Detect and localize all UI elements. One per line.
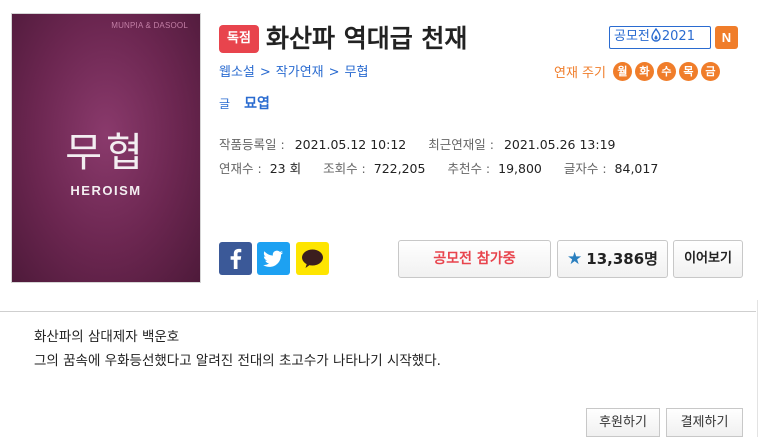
payment-button[interactable]: 결제하기 <box>666 408 743 437</box>
new-badge: N <box>715 26 738 49</box>
views-label: 조회수 : <box>323 161 366 176</box>
exclusive-badge: 독점 <box>219 25 259 53</box>
cover-genre-en: HEROISM <box>70 183 142 198</box>
twitter-icon <box>263 250 283 267</box>
serial-schedule: 연재 주기 월 화 수 목 금 <box>554 62 720 81</box>
latest-label: 최근연재일 : <box>428 137 494 152</box>
continue-reading-button[interactable]: 이어보기 <box>673 240 743 278</box>
kakaotalk-share-button[interactable] <box>296 242 329 275</box>
breadcrumb: 웹소설 > 작가연재 > 무협 <box>219 61 368 80</box>
cover-genre: 무협 <box>65 130 147 176</box>
breadcrumb-separator: > <box>259 65 271 80</box>
novel-title: 화산파 역대급 천재 <box>266 24 468 53</box>
schedule-label: 연재 주기 <box>554 66 606 81</box>
recommends-value: 19,800 <box>498 161 542 176</box>
stats-row-dates: 작품등록일 : 2021.05.12 10:12 최근연재일 : 2021.05.2… <box>219 134 616 153</box>
schedule-day-wed: 수 <box>656 62 676 81</box>
breadcrumb-author-serial[interactable]: 작가연재 <box>276 65 324 80</box>
latest-value: 2021.05.26 13:19 <box>503 137 616 152</box>
breadcrumb-genre[interactable]: 무협 <box>345 65 369 80</box>
schedule-day-tue: 화 <box>634 62 654 81</box>
schedule-day-thu: 목 <box>678 62 698 81</box>
contest-badge: 공모전 2021 <box>609 26 711 49</box>
author-info: 글 묘엽 <box>219 93 270 113</box>
flame-icon <box>651 27 661 49</box>
chars-label: 글자수 : <box>563 161 607 176</box>
contest-participating-button[interactable]: 공모전 참가중 <box>398 240 551 278</box>
author-label: 글 <box>219 97 231 111</box>
registered-label: 작품등록일 : <box>219 137 285 152</box>
kakaotalk-icon <box>302 249 323 268</box>
author-name-link[interactable]: 묘엽 <box>244 96 270 112</box>
contest-badge-year: 2021 <box>661 29 695 44</box>
recommends-label: 추천수 : <box>447 161 491 176</box>
section-divider <box>0 311 756 312</box>
chapters-label: 연재수 : <box>219 161 262 176</box>
support-button[interactable]: 후원하기 <box>586 408 660 437</box>
side-divider <box>757 300 758 437</box>
synopsis-line: 그의 꿈속에 우화등선했다고 알려진 전대의 초고수가 나타나기 시작했다. <box>34 353 441 369</box>
synopsis: 화산파의 삼대제자 백운호 그의 꿈속에 우화등선했다고 알려진 전대의 초고수… <box>34 325 441 373</box>
registered-value: 2021.05.12 10:12 <box>294 137 407 152</box>
schedule-day-fri: 금 <box>700 62 720 81</box>
twitter-share-button[interactable] <box>257 242 290 275</box>
schedule-day-mon: 월 <box>612 62 632 81</box>
book-cover[interactable]: MUNPIA & DASOOL 무협 HEROISM <box>12 14 200 282</box>
synopsis-line: 화산파의 삼대제자 백운호 <box>34 329 180 345</box>
chapters-value: 23 회 <box>269 161 302 176</box>
chars-value: 84,017 <box>614 161 659 176</box>
facebook-share-button[interactable] <box>219 242 252 275</box>
star-icon: ★ <box>567 249 583 269</box>
breadcrumb-separator: > <box>328 65 340 80</box>
favorites-button[interactable]: ★ 13,386명 <box>557 240 668 278</box>
breadcrumb-webnovel[interactable]: 웹소설 <box>219 65 255 80</box>
contest-badge-label: 공모전 <box>614 29 650 44</box>
stats-row-counts: 연재수 : 23 회 조회수 : 722,205 추천수 : 19,800 글자수 :… <box>219 158 658 177</box>
favorites-count: 13,386명 <box>586 250 658 268</box>
facebook-icon <box>230 248 242 269</box>
cover-publisher: MUNPIA & DASOOL <box>111 21 188 30</box>
views-value: 722,205 <box>373 161 426 176</box>
